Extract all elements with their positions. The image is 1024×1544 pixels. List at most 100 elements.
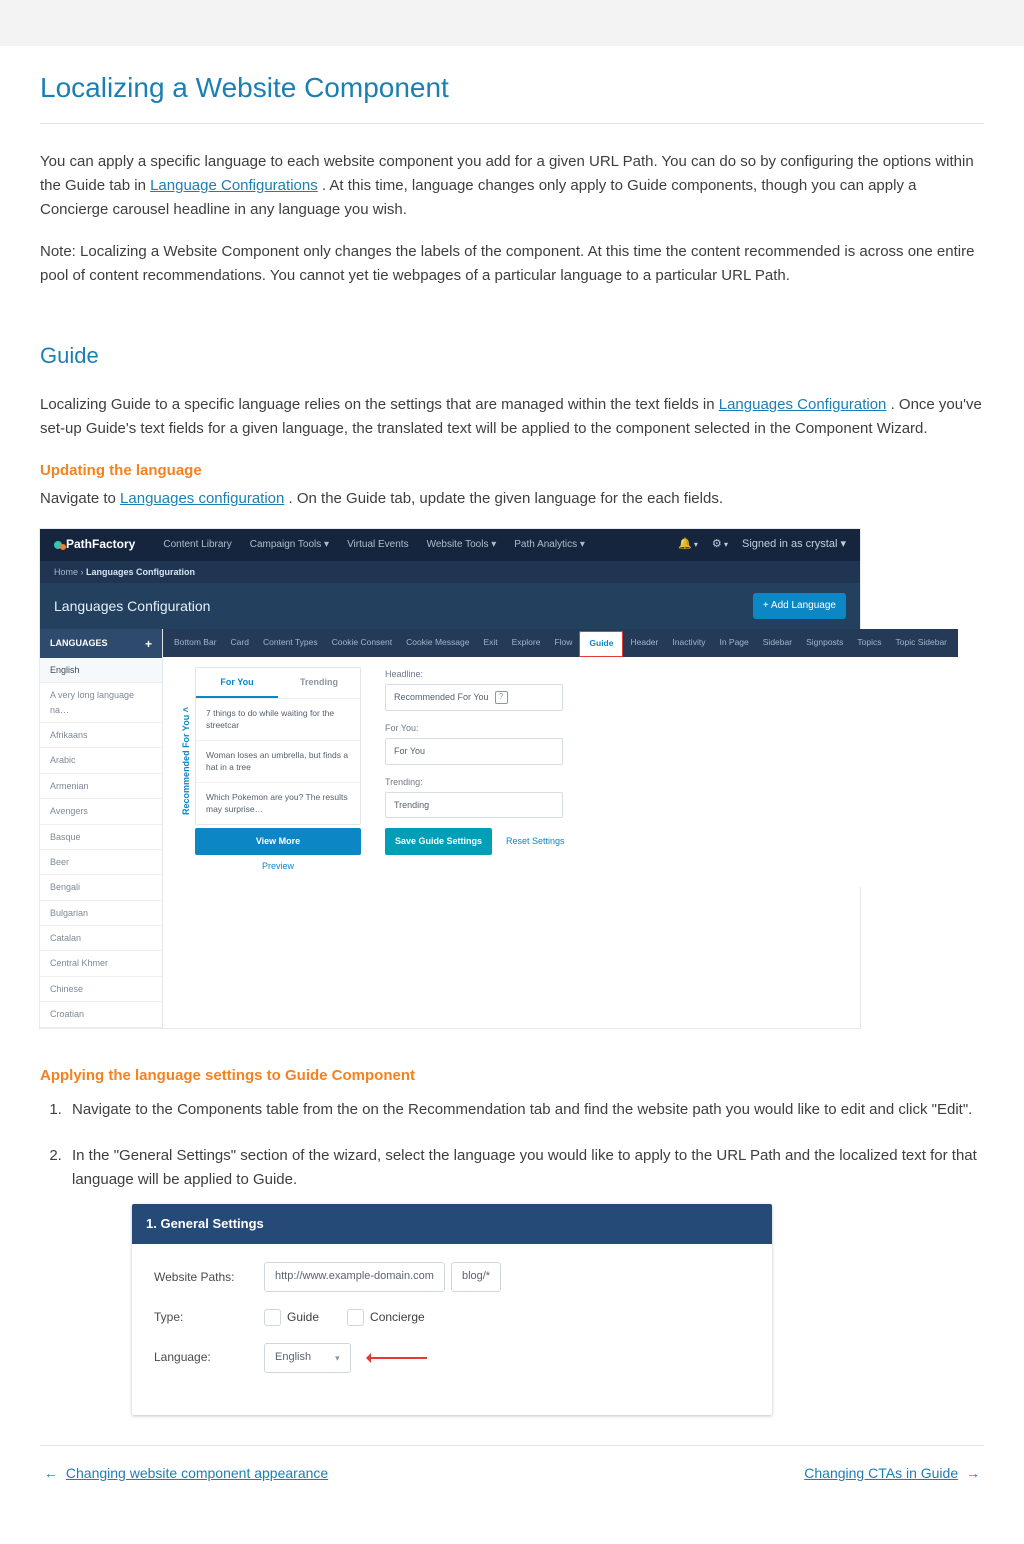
- preview-tabs: For You Trending: [196, 668, 360, 698]
- tab-flow[interactable]: Flow: [547, 629, 579, 657]
- general-settings-body: Website Paths: http://www.example-domain…: [132, 1244, 772, 1414]
- website-path-chip[interactable]: blog/*: [451, 1262, 501, 1292]
- link-languages-configuration-1[interactable]: Languages Configuration: [719, 396, 887, 413]
- language-select[interactable]: English ▾: [264, 1343, 351, 1373]
- next-article-link[interactable]: Changing CTAs in Guide: [804, 1465, 958, 1481]
- lang-item-afrikaans[interactable]: Afrikaans: [40, 723, 162, 748]
- type-guide-label: Guide: [287, 1308, 319, 1327]
- nav-right: 🔔 ⚙ Signed in as crystal ▾: [664, 536, 860, 554]
- for-you-value: For You: [394, 744, 425, 758]
- tab-guide[interactable]: Guide: [579, 631, 623, 657]
- arrow-right-icon: →: [966, 1465, 980, 1481]
- preview-tab-trending[interactable]: Trending: [278, 668, 360, 698]
- footer-separator: [40, 1445, 984, 1446]
- nav-path-analytics[interactable]: Path Analytics ▾: [514, 537, 585, 553]
- tab-topic-sidebar[interactable]: Topic Sidebar: [889, 629, 955, 657]
- top-band: [0, 0, 1024, 46]
- preview-item-1: 7 things to do while waiting for the str…: [196, 698, 360, 740]
- screenshot-general-settings: 1. General Settings Website Paths: http:…: [132, 1204, 772, 1415]
- nav-content-library[interactable]: Content Library: [163, 537, 231, 553]
- lang-item-arabic[interactable]: Arabic: [40, 748, 162, 773]
- lang-item-bulgarian[interactable]: Bulgarian: [40, 901, 162, 926]
- save-guide-settings-button[interactable]: Save Guide Settings: [385, 828, 492, 854]
- languages-column-header: LANGUAGES +: [40, 629, 162, 657]
- lang-item-english[interactable]: English: [40, 658, 162, 683]
- row-language: Language: English ▾: [154, 1343, 750, 1373]
- checkbox-guide[interactable]: [264, 1309, 281, 1326]
- updating-p-b: . On the Guide tab, update the given lan…: [289, 490, 723, 507]
- crumb-current: Languages Configuration: [86, 567, 195, 577]
- page-title: Localizing a Website Component: [40, 66, 984, 111]
- lang-item-long[interactable]: A very long language na…: [40, 683, 162, 723]
- type-concierge-label: Concierge: [370, 1308, 425, 1327]
- tab-explore[interactable]: Explore: [505, 629, 548, 657]
- lang-item-beer[interactable]: Beer: [40, 850, 162, 875]
- tab-content-types[interactable]: Content Types: [256, 629, 325, 657]
- lang-item-chinese[interactable]: Chinese: [40, 977, 162, 1002]
- crumb-home[interactable]: Home ›: [54, 567, 86, 577]
- annotation-arrow-icon: [367, 1357, 427, 1359]
- preview-column: Recommended For You ˄ For You Trending 7…: [163, 657, 371, 887]
- link-languages-configuration-2[interactable]: Languages configuration: [120, 490, 284, 507]
- add-language-plus-icon[interactable]: +: [145, 638, 152, 650]
- step-2-text: In the "General Settings" section of the…: [72, 1147, 977, 1188]
- config-tabs: Bottom Bar Card Content Types Cookie Con…: [163, 629, 958, 657]
- chevron-down-icon: ▾: [335, 1351, 340, 1365]
- add-language-button[interactable]: + Add Language: [753, 593, 846, 619]
- view-more-button[interactable]: View More: [195, 828, 361, 854]
- tab-card[interactable]: Card: [224, 629, 256, 657]
- headline-input[interactable]: Recommended For You ?: [385, 684, 563, 710]
- tab-inactivity[interactable]: Inactivity: [665, 629, 712, 657]
- tab-topics[interactable]: Topics: [850, 629, 888, 657]
- website-domain-chip[interactable]: http://www.example-domain.com: [264, 1262, 445, 1292]
- guide-paragraph: Localizing Guide to a specific language …: [40, 393, 984, 441]
- subheading-updating: Updating the language: [40, 459, 984, 483]
- for-you-input[interactable]: For You: [385, 738, 563, 764]
- trending-input[interactable]: Trending: [385, 792, 563, 818]
- lang-item-croatian[interactable]: Croatian: [40, 1002, 162, 1027]
- config-workarea: Recommended For You ˄ For You Trending 7…: [163, 657, 958, 887]
- lang-item-khmer[interactable]: Central Khmer: [40, 951, 162, 976]
- nav-virtual-events[interactable]: Virtual Events: [347, 537, 409, 553]
- signed-in-menu[interactable]: Signed in as crystal ▾: [742, 536, 846, 554]
- preview-link[interactable]: Preview: [195, 855, 361, 877]
- bell-icon[interactable]: 🔔: [678, 536, 698, 554]
- updating-p-a: Navigate to: [40, 490, 120, 507]
- lang-item-bengali[interactable]: Bengali: [40, 875, 162, 900]
- preview-tab-for-you[interactable]: For You: [196, 668, 278, 698]
- reset-settings-link[interactable]: Reset Settings: [506, 834, 565, 848]
- gear-icon[interactable]: ⚙: [712, 536, 728, 554]
- brand-name: PathFactory: [66, 535, 135, 554]
- lang-item-armenian[interactable]: Armenian: [40, 774, 162, 799]
- tab-bottom-bar[interactable]: Bottom Bar: [167, 629, 224, 657]
- headline-label: Headline:: [385, 667, 944, 681]
- lang-item-avengers[interactable]: Avengers: [40, 799, 162, 824]
- subheading-applying: Applying the language settings to Guide …: [40, 1064, 984, 1088]
- tab-in-page[interactable]: In Page: [712, 629, 755, 657]
- help-icon[interactable]: ?: [495, 691, 508, 704]
- nav-items: Content Library Campaign Tools ▾ Virtual…: [149, 537, 664, 553]
- field-headline: Headline: Recommended For You ?: [385, 667, 944, 711]
- tab-exit[interactable]: Exit: [476, 629, 504, 657]
- tab-cookie-message[interactable]: Cookie Message: [399, 629, 476, 657]
- languages-column: LANGUAGES + English A very long language…: [40, 629, 163, 1027]
- nav-campaign-tools[interactable]: Campaign Tools ▾: [250, 537, 329, 553]
- brand: PathFactory: [40, 535, 149, 554]
- checkbox-concierge[interactable]: [347, 1309, 364, 1326]
- prev-article-link[interactable]: Changing website component appearance: [66, 1465, 328, 1481]
- tab-signposts[interactable]: Signposts: [799, 629, 850, 657]
- languages-config-body: LANGUAGES + English A very long language…: [40, 629, 860, 1027]
- steps-list: Navigate to the Components table from th…: [62, 1098, 984, 1415]
- field-trending: Trending: Trending: [385, 775, 944, 819]
- nav-website-tools[interactable]: Website Tools ▾: [427, 537, 497, 553]
- guide-p-a: Localizing Guide to a specific language …: [40, 396, 719, 413]
- preview-card: For You Trending 7 things to do while wa…: [195, 667, 361, 825]
- tab-sidebar[interactable]: Sidebar: [756, 629, 799, 657]
- link-language-configurations[interactable]: Language Configurations: [150, 177, 318, 194]
- tab-cookie-consent[interactable]: Cookie Consent: [325, 629, 399, 657]
- languages-header-label: LANGUAGES: [50, 636, 108, 650]
- type-label: Type:: [154, 1308, 264, 1327]
- tab-header[interactable]: Header: [623, 629, 665, 657]
- lang-item-catalan[interactable]: Catalan: [40, 926, 162, 951]
- lang-item-basque[interactable]: Basque: [40, 825, 162, 850]
